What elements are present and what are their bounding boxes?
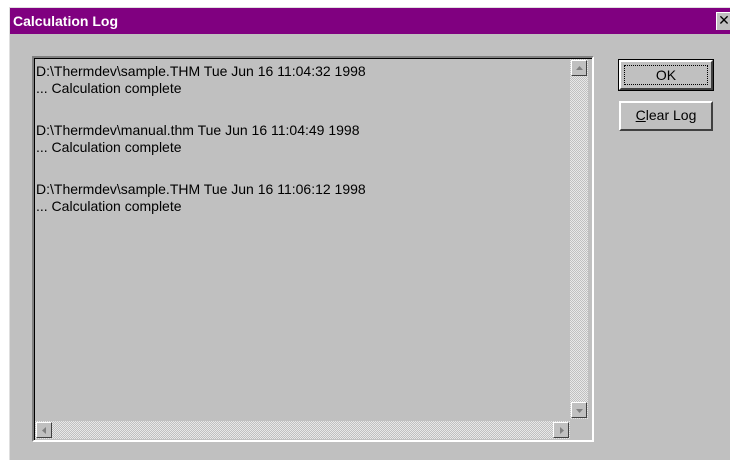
close-button[interactable]: ✕: [716, 12, 730, 30]
vertical-scrollbar[interactable]: [570, 59, 588, 419]
arrow-down-icon: [576, 409, 583, 413]
ok-button-label: OK: [655, 67, 677, 83]
scroll-right-button[interactable]: [553, 422, 569, 438]
close-icon: ✕: [718, 13, 730, 29]
window-title: Calculation Log: [13, 13, 118, 29]
scroll-up-button[interactable]: [571, 60, 587, 76]
horizontal-scrollbar[interactable]: [35, 421, 570, 439]
log-entry: D:\Thermdev\sample.THM Tue Jun 16 11:06:…: [36, 181, 568, 215]
ok-button[interactable]: OK: [618, 59, 714, 91]
arrow-left-icon: [42, 427, 46, 434]
scrollbar-corner: [570, 421, 588, 439]
log-text: D:\Thermdev\sample.THM Tue Jun 16 11:04:…: [36, 63, 568, 411]
log-inner: D:\Thermdev\sample.THM Tue Jun 16 11:04:…: [34, 58, 592, 440]
focus-rect: OK: [624, 65, 708, 85]
clear-log-label: lear Log: [645, 107, 697, 123]
log-entry-status: ... Calculation complete: [36, 198, 182, 214]
scroll-left-button[interactable]: [36, 422, 52, 438]
title-bar[interactable]: Calculation Log ✕: [10, 8, 730, 34]
log-entry-status: ... Calculation complete: [36, 80, 182, 96]
log-listbox[interactable]: D:\Thermdev\sample.THM Tue Jun 16 11:04:…: [32, 56, 594, 442]
arrow-right-icon: [560, 427, 564, 434]
log-entry-header: D:\Thermdev\sample.THM Tue Jun 16 11:06:…: [36, 181, 366, 197]
scroll-down-button[interactable]: [571, 402, 587, 418]
log-entry-header: D:\Thermdev\sample.THM Tue Jun 16 11:04:…: [36, 63, 366, 79]
clear-log-mnemonic: C: [635, 107, 646, 123]
log-entry-header: D:\Thermdev\manual.thm Tue Jun 16 11:04:…: [36, 122, 360, 138]
clear-log-button[interactable]: Clear Log: [619, 101, 713, 131]
arrow-up-icon: [576, 66, 583, 70]
log-entry-status: ... Calculation complete: [36, 139, 182, 155]
calculation-log-dialog: Calculation Log ✕ D:\Thermdev\sample.THM…: [9, 7, 730, 460]
log-entry: D:\Thermdev\manual.thm Tue Jun 16 11:04:…: [36, 122, 568, 156]
log-entry: D:\Thermdev\sample.THM Tue Jun 16 11:04:…: [36, 63, 568, 97]
